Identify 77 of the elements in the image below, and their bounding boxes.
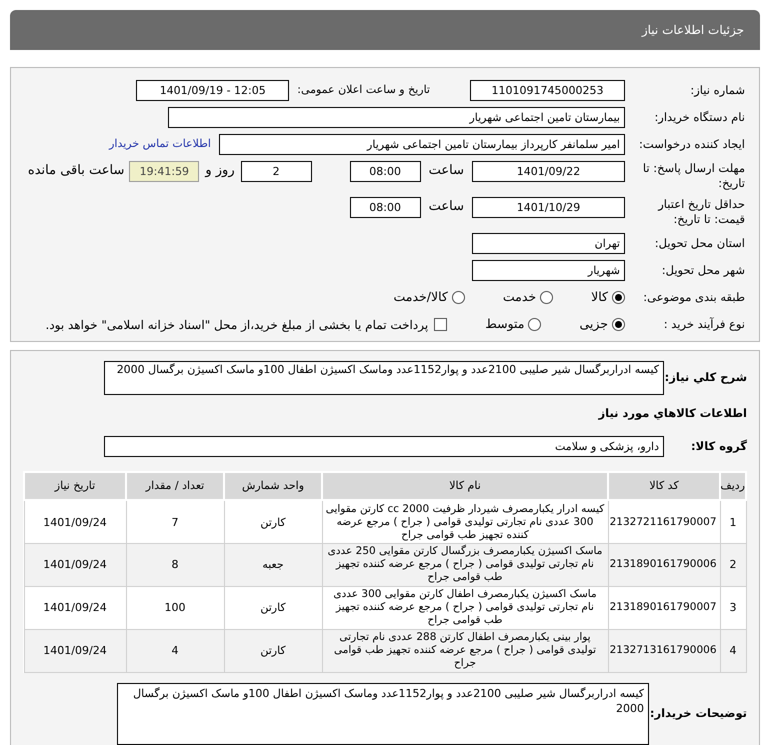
- table-cell: پوار بینی یکبارمصرف اطفال کارتن 288 عددی نام تجارتی تولیدی قوامی ( جراح ) مرجع عرضه کننده تجهیز طب قوامی جراح: [322, 629, 608, 672]
- table-cell: کارتن: [224, 629, 322, 672]
- field-label: استان محل تحویل:: [654, 234, 745, 252]
- table-cell: 4: [126, 629, 224, 672]
- text-field[interactable]: بیمارستان تامین اجتماعی شهریار: [168, 107, 625, 128]
- table-cell: 2: [720, 543, 746, 586]
- field-label: شماره نیاز:: [689, 82, 745, 99]
- table-cell: 3: [720, 586, 746, 630]
- column-header: ردیف: [720, 472, 746, 500]
- radio-button[interactable]: [612, 291, 625, 304]
- field-label: شهر محل تحویل:: [660, 262, 745, 279]
- table-cell: ماسک اکسیژن یکبارمصرف بزرگسال کارتن مقوایی 250 عددی نام تجارتی تولیدی قوامی ( جراح ) مرجع عرضه کننده تجهیز طب قوامی جراح: [322, 543, 608, 586]
- field-label: تاریخ و ساعت اعلان عمومی:: [297, 82, 430, 98]
- table-cell: 1401/09/24: [24, 543, 126, 586]
- radio-button[interactable]: [528, 318, 542, 331]
- field-label: حداقل تاریخ اعتبار قیمت: تا تاریخ:: [656, 197, 745, 227]
- radio-label: کالا: [591, 288, 608, 306]
- table-cell: 2131890161790007: [608, 586, 720, 630]
- contact-link[interactable]: اطلاعات تماس خریدار: [109, 136, 211, 153]
- column-header: کد کالا: [608, 472, 720, 500]
- text-field[interactable]: 08:00: [350, 161, 421, 182]
- radio-label: جزیی: [579, 315, 608, 334]
- column-header: نام کالا: [322, 472, 608, 500]
- table-cell: 100: [126, 586, 224, 630]
- table-cell: کارتن: [224, 586, 322, 630]
- radio-label: خدمت: [502, 288, 536, 306]
- radio-label: متوسط: [485, 315, 524, 334]
- table-cell: کارتن: [224, 500, 322, 544]
- text-field[interactable]: شهریار: [472, 260, 625, 281]
- section-heading: اطلاعات كالاهاي مورد نياز: [597, 405, 747, 422]
- field-label: ساعت: [428, 198, 464, 216]
- column-header: واحد شمارش: [224, 472, 322, 500]
- column-header: تعداد / مقدار: [126, 472, 224, 500]
- radio-button[interactable]: [612, 318, 625, 331]
- table-cell: 8: [126, 543, 224, 586]
- text-field[interactable]: 1401/09/19 - 12:05: [136, 80, 290, 101]
- field-label: ساعت: [428, 162, 464, 180]
- table-cell: 2132713161790006: [608, 629, 720, 672]
- countdown-field: 19:41:59: [129, 161, 200, 182]
- field-label: ساعت باقی مانده: [28, 162, 124, 180]
- text-field[interactable]: دارو، پزشکی و سلامت: [104, 436, 664, 458]
- field-label: شرح کلي نياز:: [664, 369, 747, 386]
- column-header: تاریخ نیاز: [24, 472, 126, 500]
- text-field[interactable]: 1401/10/29: [472, 197, 625, 218]
- text-field[interactable]: 08:00: [350, 197, 421, 218]
- field-label: طبقه بندی موضوعی:: [642, 288, 745, 306]
- description-box: کیسه ادراربرگسال شیر صلیبی 2100عدد و پوار1152عدد وماسک اکسیژن اطفال 100و ماسک اکسیژن برگسال 2000: [104, 361, 664, 395]
- radio-label: کالا/خدمت: [393, 288, 448, 306]
- text-field[interactable]: 2: [240, 161, 312, 182]
- table-cell: 1401/09/24: [24, 500, 126, 544]
- field-label: مهلت ارسال پاسخ: تا تاریخ:: [642, 161, 745, 191]
- table-cell: 7: [126, 500, 224, 544]
- table-cell: 1401/09/24: [24, 586, 126, 630]
- field-label: نوع فرآیند خرید :: [662, 316, 745, 333]
- table-cell: ماسک اکسیژن یکبارمصرف اطفال کارتن مقوایی 300 عددی نام تجارتی تولیدی قوامی ( جراح ) مرجع عرضه کننده تجهیز طب قوامی جراح: [322, 586, 608, 630]
- table-cell: 2132721161790007: [608, 500, 720, 544]
- text-field[interactable]: 1401/09/22: [472, 161, 625, 182]
- table-cell: کیسه ادرار یکبارمصرف شیردار ظرفیت cc 2000 کارتن مقوایی 300 عددی نام تجارتی تولیدی قوامی ( جراح ) مرجع عرضه کننده تجهیز طب قوامی جراح: [322, 500, 608, 544]
- table-cell: جعبه: [224, 543, 322, 586]
- field-label: نام دستگاه خریدار:: [653, 108, 745, 126]
- field-label: توضیحات خریدار:: [649, 705, 747, 722]
- table-cell: 1401/09/24: [24, 629, 126, 672]
- checkbox-label: پرداخت تمام یا بخشی از مبلغ خرید،از محل "اسناد خزانه اسلامی" خواهد بود.: [46, 316, 428, 334]
- page-title: جزئیات اطلاعات نیاز: [642, 22, 744, 39]
- field-label: روز و: [205, 162, 235, 180]
- radio-button[interactable]: [452, 291, 465, 304]
- field-label: گروه کالا:: [690, 438, 747, 456]
- table-cell: 1: [720, 500, 746, 544]
- text-field[interactable]: امیر سلمانفر کارپرداز بیمارستان تامین اجتماعی شهریار: [219, 134, 625, 155]
- text-field[interactable]: تهران: [472, 233, 625, 254]
- table-cell: 4: [720, 629, 746, 672]
- text-field[interactable]: 1101091745000253: [470, 80, 625, 101]
- table-cell: 2131890161790006: [608, 543, 720, 586]
- checkbox[interactable]: [434, 318, 448, 331]
- field-label: ایجاد کننده درخواست:: [638, 136, 745, 153]
- notes-box: کیسه ادراربرگسال شیر صلیبی 2100عدد و پوار1152عدد وماسک اکسیژن اطفال 100و ماسک اکسیژن برگسال 2000: [117, 682, 649, 745]
- radio-button[interactable]: [540, 291, 554, 304]
